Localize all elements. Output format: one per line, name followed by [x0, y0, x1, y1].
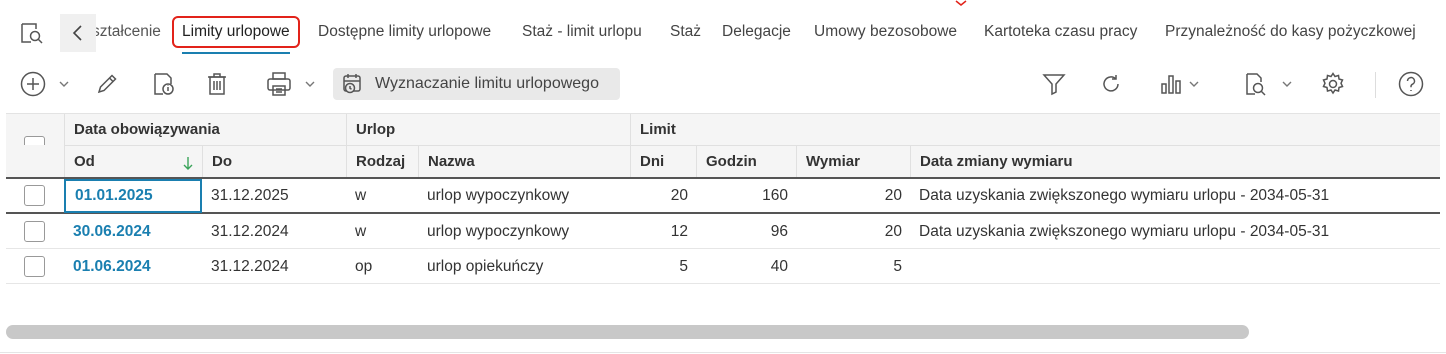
help-icon	[1397, 70, 1425, 98]
filter-icon	[1041, 71, 1067, 97]
chart-button[interactable]	[1154, 66, 1206, 102]
cell-do: 31.12.2024	[211, 258, 289, 275]
cell-data-zmiany	[910, 250, 1440, 284]
cell-rodzaj: op	[355, 258, 373, 275]
document-search-icon	[1242, 71, 1268, 97]
chevron-left-icon	[71, 24, 85, 42]
cell-do: 31.12.2024	[211, 223, 289, 240]
row-checkbox[interactable]	[24, 256, 45, 277]
document-search-icon[interactable]	[18, 20, 44, 46]
refresh-icon	[1099, 72, 1123, 96]
edit-button[interactable]	[92, 66, 122, 102]
tab-umowy-bezosobowe[interactable]: Umowy bezosobowe	[814, 0, 957, 56]
bottom-divider	[0, 352, 1446, 353]
column-godzin[interactable]: Godzin	[696, 145, 796, 177]
column-nazwa[interactable]: Nazwa	[418, 145, 630, 177]
group-data-obowiazywania: Data obowiązywania	[64, 114, 346, 145]
cell-godzin: 40	[770, 258, 788, 275]
cell-rodzaj: w	[355, 223, 367, 240]
delete-icon	[204, 71, 230, 97]
cell-rodzaj: w	[355, 187, 367, 204]
chart-icon	[1159, 72, 1183, 96]
tab-limity-urlopowe[interactable]: Limity urlopowe	[172, 0, 300, 56]
table-row[interactable]: 01.01.2025 31.12.2025 w urlop wypoczynko…	[6, 179, 1440, 214]
tab-bar: Wykształcenie Limity urlopowe Dostępne l…	[0, 0, 1446, 56]
cell-dni: 20	[670, 187, 688, 204]
settings-button[interactable]	[1318, 66, 1348, 102]
chevron-down-icon	[303, 77, 317, 91]
column-data-zmiany-wymiaru[interactable]: Data zmiany wymiaru	[910, 145, 1440, 177]
chevron-down-icon	[1280, 77, 1294, 91]
gear-icon	[1320, 71, 1346, 97]
column-od-label: Od	[74, 153, 95, 170]
edit-icon	[94, 71, 120, 97]
row-checkbox[interactable]	[24, 185, 45, 206]
chevron-down-icon	[1187, 77, 1201, 91]
cell-nazwa: urlop wypoczynkowy	[427, 187, 570, 204]
table-row[interactable]: 01.06.2024 31.12.2024 op urlop opiekuńcz…	[6, 250, 1440, 284]
horizontal-scrollbar[interactable]	[6, 325, 1440, 339]
table-row[interactable]: 30.06.2024 31.12.2024 w urlop wypoczynko…	[6, 215, 1440, 249]
sort-descending-icon[interactable]	[182, 156, 194, 170]
column-od[interactable]: Od	[64, 145, 202, 177]
tab-label: Limity urlopowe	[182, 23, 290, 40]
preview-button[interactable]	[1238, 66, 1298, 102]
cell-data-zmiany: Data uzyskania zwiększonego wymiaru urlo…	[919, 223, 1330, 240]
wyznaczanie-limitu-button[interactable]: Wyznaczanie limitu urlopowego	[333, 68, 620, 100]
cell-wymiar: 5	[893, 258, 902, 275]
column-dni[interactable]: Dni	[630, 145, 696, 177]
refresh-button[interactable]	[1096, 66, 1126, 102]
details-button[interactable]	[148, 66, 178, 102]
chevron-down-icon	[57, 77, 71, 91]
scrollbar-thumb[interactable]	[6, 325, 1249, 339]
cell-dni: 12	[670, 223, 688, 240]
cell-od[interactable]: 01.01.2025	[64, 179, 202, 213]
cell-wymiar: 20	[884, 187, 902, 204]
tabs-more-chevron-icon[interactable]	[954, 0, 968, 6]
column-rodzaj[interactable]: Rodzaj	[346, 145, 418, 177]
tab-staz[interactable]: Staż	[670, 0, 701, 56]
column-wymiar[interactable]: Wymiar	[796, 145, 910, 177]
toolbar: Wyznaczanie limitu urlopowego	[0, 60, 1446, 108]
grid-group-header: Data obowiązywania Urlop Limit	[6, 113, 1440, 157]
cell-godzin: 160	[762, 187, 788, 204]
tab-przynaleznosc-do-kasy[interactable]: Przynależność do kasy pożyczkowej	[1165, 0, 1416, 56]
cell-od[interactable]: 30.06.2024	[64, 215, 202, 249]
cell-do: 31.12.2025	[211, 187, 289, 204]
group-urlop: Urlop	[346, 114, 630, 145]
wyznaczanie-limitu-label: Wyznaczanie limitu urlopowego	[375, 75, 599, 92]
tab-staz-limit-urlopu[interactable]: Staż - limit urlopu	[522, 0, 642, 56]
print-button[interactable]	[260, 66, 322, 102]
toolbar-divider	[1375, 72, 1376, 98]
group-limit: Limit	[630, 114, 1440, 145]
cell-godzin: 96	[770, 223, 788, 240]
cell-data-zmiany: Data uzyskania zwiększonego wymiaru urlo…	[919, 187, 1330, 204]
grid-column-header: Od Do Rodzaj Nazwa Dni Godzin Wymiar Dat…	[6, 145, 1440, 179]
cell-od[interactable]: 01.06.2024	[64, 250, 202, 284]
tab-delegacje[interactable]: Delegacje	[722, 0, 791, 56]
row-checkbox[interactable]	[24, 221, 45, 242]
details-icon	[149, 70, 177, 98]
delete-button[interactable]	[202, 66, 232, 102]
calendar-clock-icon	[341, 72, 365, 96]
print-icon	[265, 70, 293, 98]
column-do[interactable]: Do	[202, 145, 346, 177]
tab-dostepne-limity-urlopowe[interactable]: Dostępne limity urlopowe	[318, 0, 491, 56]
cell-wymiar: 20	[884, 223, 902, 240]
tabs-scroll-back-button[interactable]	[60, 14, 96, 52]
filter-button[interactable]	[1038, 66, 1070, 102]
add-button[interactable]	[14, 66, 76, 102]
tab-kartoteka-czasu-pracy[interactable]: Kartoteka czasu pracy	[984, 0, 1137, 56]
help-button[interactable]	[1396, 66, 1426, 102]
cell-nazwa: urlop wypoczynkowy	[427, 223, 570, 240]
cell-nazwa: urlop opiekuńczy	[427, 258, 544, 275]
cell-dni: 5	[679, 258, 688, 275]
add-icon	[19, 70, 47, 98]
